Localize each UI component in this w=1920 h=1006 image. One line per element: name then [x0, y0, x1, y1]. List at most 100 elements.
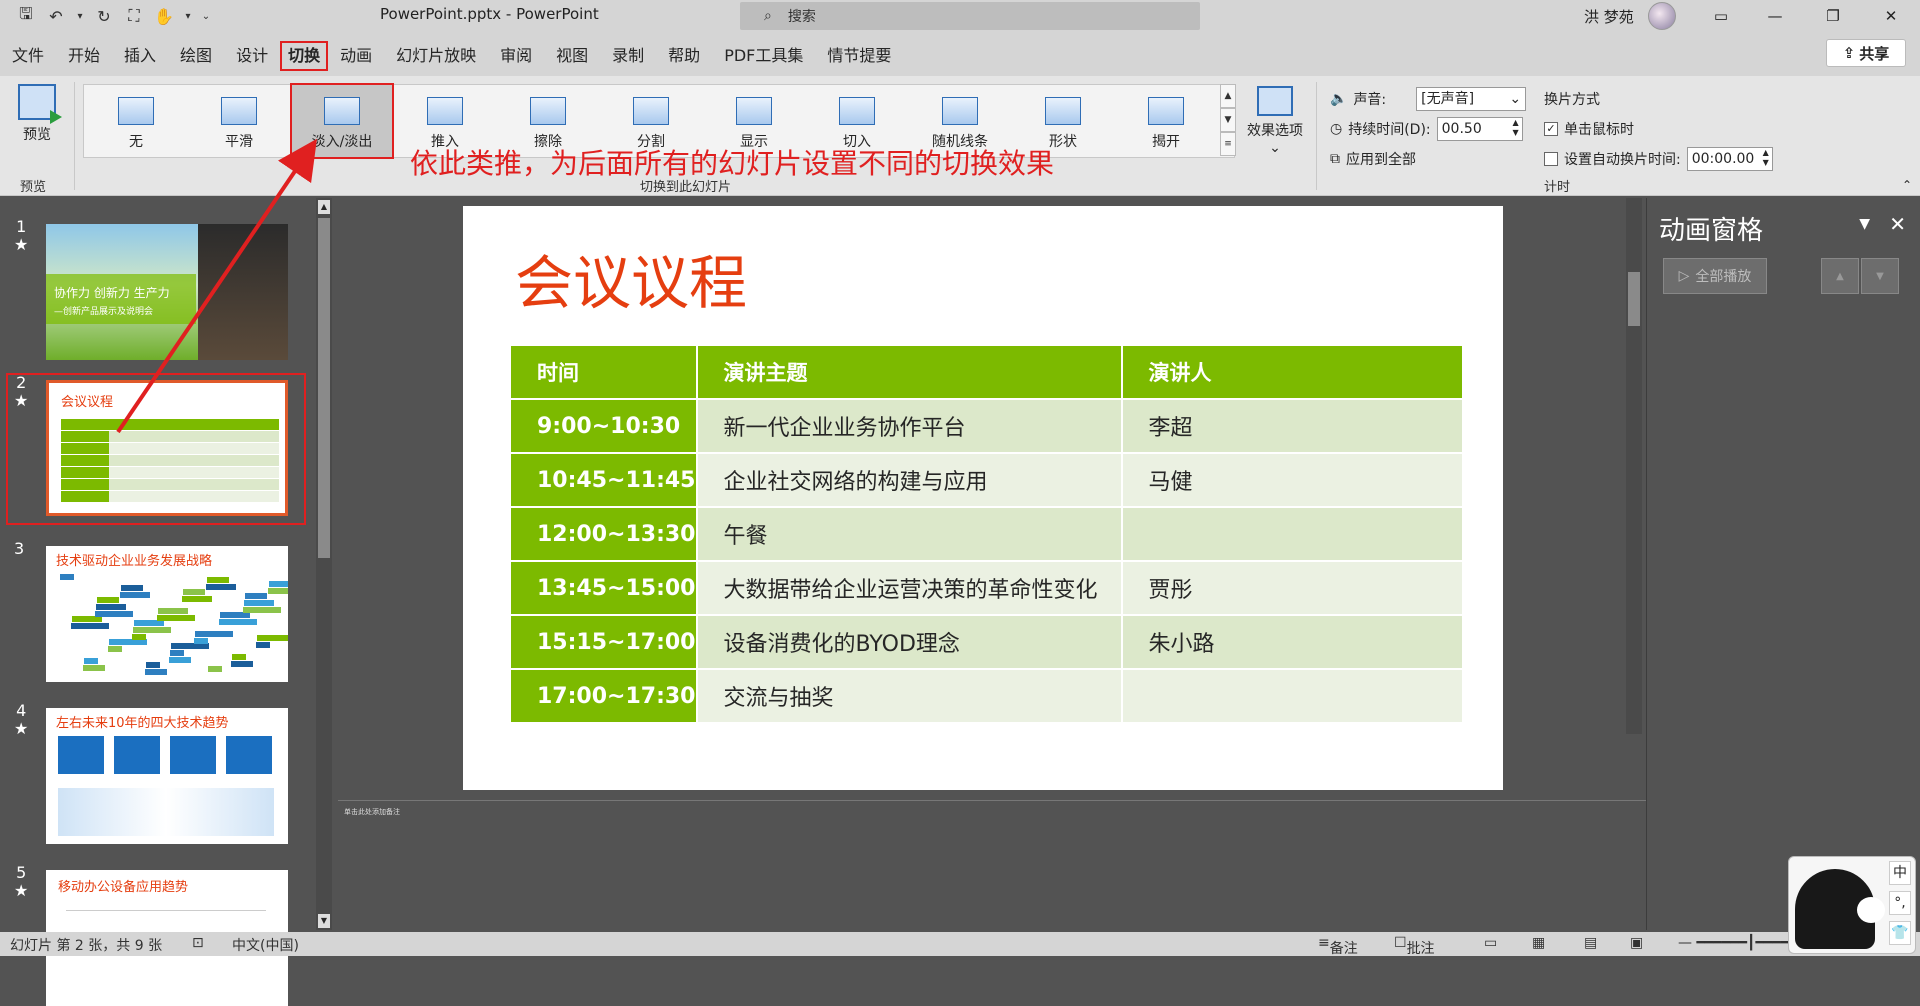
share-icon: ⇪ — [1842, 44, 1856, 62]
preview-button[interactable]: 预览 — [8, 84, 66, 156]
present-icon[interactable]: ⛶ — [122, 5, 146, 27]
move-up-button[interactable]: ▲ — [1821, 258, 1859, 294]
sorter-view-icon[interactable]: ▦ — [1532, 935, 1545, 951]
scroll-down-icon[interactable]: ▼ — [318, 914, 330, 928]
apply-all-button[interactable]: 应用到全部 — [1346, 149, 1416, 169]
transition-icon — [324, 97, 360, 125]
minimize-icon[interactable]: — — [1760, 4, 1790, 28]
transition-icon — [221, 97, 257, 125]
thumb-text: 技术驱动企业业务发展战略 — [56, 554, 213, 569]
tab-6[interactable]: 动画 — [328, 44, 384, 68]
search-box[interactable]: ⌕ 搜索 — [740, 2, 1200, 30]
comments-toggle[interactable]: ☐ 批注 — [1394, 935, 1435, 957]
tab-1[interactable]: 开始 — [56, 44, 112, 68]
table-cell — [1120, 668, 1464, 724]
slide-thumbnail[interactable]: 左右未来10年的四大技术趋势 — [46, 708, 288, 844]
tab-7[interactable]: 幻灯片放映 — [384, 44, 488, 68]
gallery-up-icon[interactable]: ▲ — [1220, 84, 1236, 108]
transition-0[interactable]: 无 — [84, 85, 188, 157]
play-all-label: 全部播放 — [1695, 269, 1752, 285]
share-button[interactable]: ⇪ 共享 — [1826, 39, 1906, 67]
play-all-button[interactable]: ▷ 全部播放 — [1663, 258, 1767, 294]
ime-skin-key[interactable]: 👕 — [1889, 921, 1911, 945]
close-icon[interactable]: ✕ — [1889, 212, 1906, 236]
tab-11[interactable]: 帮助 — [656, 44, 712, 68]
duration-field[interactable]: 00.50 ▲ ▼ — [1436, 117, 1523, 141]
slide-scrollbar[interactable] — [1626, 198, 1642, 734]
effect-options-icon — [1257, 86, 1293, 116]
undo-dropdown-icon[interactable]: ▾ — [74, 5, 86, 27]
tab-3[interactable]: 绘图 — [168, 44, 224, 68]
redo-icon[interactable]: ↻ — [92, 5, 116, 27]
transition-1[interactable]: 平滑 — [187, 85, 291, 157]
zoom-slider[interactable]: — ━━━━━━┃━━━━━ — [1678, 935, 1798, 951]
gallery-down-icon[interactable]: ▼ — [1220, 108, 1236, 132]
tab-0[interactable]: 文件 — [0, 44, 56, 68]
reading-view-icon[interactable]: ▤ — [1584, 935, 1597, 951]
slide-thumbnail[interactable]: 协作力 创新力 生产力 —创新产品展示及说明会 — [46, 224, 288, 360]
customize-qat-icon[interactable]: ⌄ — [200, 5, 212, 27]
touch-dropdown-icon[interactable]: ▾ — [182, 5, 194, 27]
auto-advance-field[interactable]: 00:00.00 ▲ ▼ — [1686, 147, 1773, 171]
transition-2[interactable]: 淡入/淡出 — [290, 83, 394, 159]
tab-12[interactable]: PDF工具集 — [712, 44, 815, 68]
language-indicator[interactable]: 中文(中国) — [232, 935, 299, 955]
slideshow-view-icon[interactable]: ▣ — [1630, 935, 1643, 951]
auto-advance-checkbox[interactable] — [1544, 152, 1558, 166]
slide-title[interactable]: 会议议程 — [515, 236, 747, 320]
slide-number: 5 — [16, 863, 27, 882]
gallery-more-icon[interactable]: ≡ — [1220, 132, 1236, 156]
current-slide[interactable]: 会议议程 时间 演讲主题 演讲人 9:00~10:30 新一代企业业务协作平台 李超 10:… — [463, 206, 1503, 790]
notes-pane[interactable]: 单击此处添加备注 — [338, 800, 1646, 930]
agenda-table[interactable]: 时间 演讲主题 演讲人 9:00~10:30 新一代企业业务协作平台 李超 10:45~11… — [509, 344, 1464, 724]
spinner-icon[interactable]: ▲ ▼ — [1763, 148, 1769, 168]
scroll-thumb[interactable] — [318, 218, 330, 558]
scroll-up-icon[interactable]: ▲ — [318, 200, 330, 214]
tab-8[interactable]: 审阅 — [488, 44, 544, 68]
move-down-button[interactable]: ▼ — [1861, 258, 1899, 294]
scroll-thumb[interactable] — [1628, 272, 1640, 326]
group-separator — [1316, 82, 1317, 190]
table-header-row: 时间 演讲主题 演讲人 — [509, 344, 1464, 400]
tab-2[interactable]: 插入 — [112, 44, 168, 68]
avatar[interactable] — [1648, 2, 1676, 30]
chevron-down-icon: ⌄ — [1269, 140, 1281, 156]
chevron-down-icon[interactable]: ▼ — [1859, 216, 1870, 232]
transition-icon — [839, 97, 875, 125]
apply-all-icon: ⧉ — [1330, 151, 1340, 167]
tab-10[interactable]: 录制 — [600, 44, 656, 68]
table-cell: 13:45~15:00 — [509, 560, 698, 616]
on-click-checkbox[interactable]: ✓ — [1544, 122, 1558, 136]
selected-thumbnail-highlight — [6, 373, 306, 525]
thumbnail-scrollbar[interactable]: ▲ ▼ — [316, 198, 332, 930]
collapse-ribbon-icon[interactable]: ⌃ — [1902, 178, 1912, 192]
thumb-text: 协作力 创新力 生产力 — [54, 286, 170, 300]
tab-9[interactable]: 视图 — [544, 44, 600, 68]
touch-mode-icon[interactable]: ✋ — [152, 5, 176, 27]
transition-10[interactable]: 揭开 — [1114, 85, 1218, 157]
ime-mode-key[interactable]: 中 — [1889, 861, 1911, 885]
ime-punct-key[interactable]: °, — [1889, 891, 1911, 915]
user-name[interactable]: 洪 梦苑 — [1584, 6, 1634, 27]
notes-toggle[interactable]: ≡ 备注 — [1318, 935, 1358, 957]
table-cell: 10:45~11:45 — [509, 452, 698, 508]
sound-select[interactable]: [无声音] ⌄ — [1416, 87, 1527, 111]
effect-options-button[interactable]: 效果选项 ⌄ — [1240, 86, 1310, 156]
tab-4[interactable]: 设计 — [224, 44, 280, 68]
duration-label: 持续时间(D): — [1348, 122, 1431, 138]
undo-icon[interactable]: ↶ — [44, 5, 68, 27]
save-icon[interactable]: 🖫 — [14, 4, 38, 27]
restore-icon[interactable]: ❐ — [1818, 4, 1848, 28]
table-cell: 贾彤 — [1120, 560, 1464, 616]
tab-13[interactable]: 情节提要 — [815, 44, 903, 68]
window-title: PowerPoint.pptx - PowerPoint — [380, 5, 599, 23]
close-icon[interactable]: ✕ — [1876, 4, 1906, 28]
normal-view-icon[interactable]: ▭ — [1484, 935, 1497, 951]
ime-widget: 中 °, 👕 — [1788, 856, 1916, 954]
ribbon-display-icon[interactable]: ▭ — [1706, 4, 1736, 28]
spinner-icon[interactable]: ▲ ▼ — [1512, 118, 1518, 138]
accessibility-icon[interactable]: ⊡ — [192, 935, 204, 951]
slide-thumbnail[interactable]: 技术驱动企业业务发展战略 — [46, 546, 288, 682]
table-cell: 12:00~13:30 — [509, 506, 698, 562]
tab-5[interactable]: 切换 — [280, 41, 329, 71]
